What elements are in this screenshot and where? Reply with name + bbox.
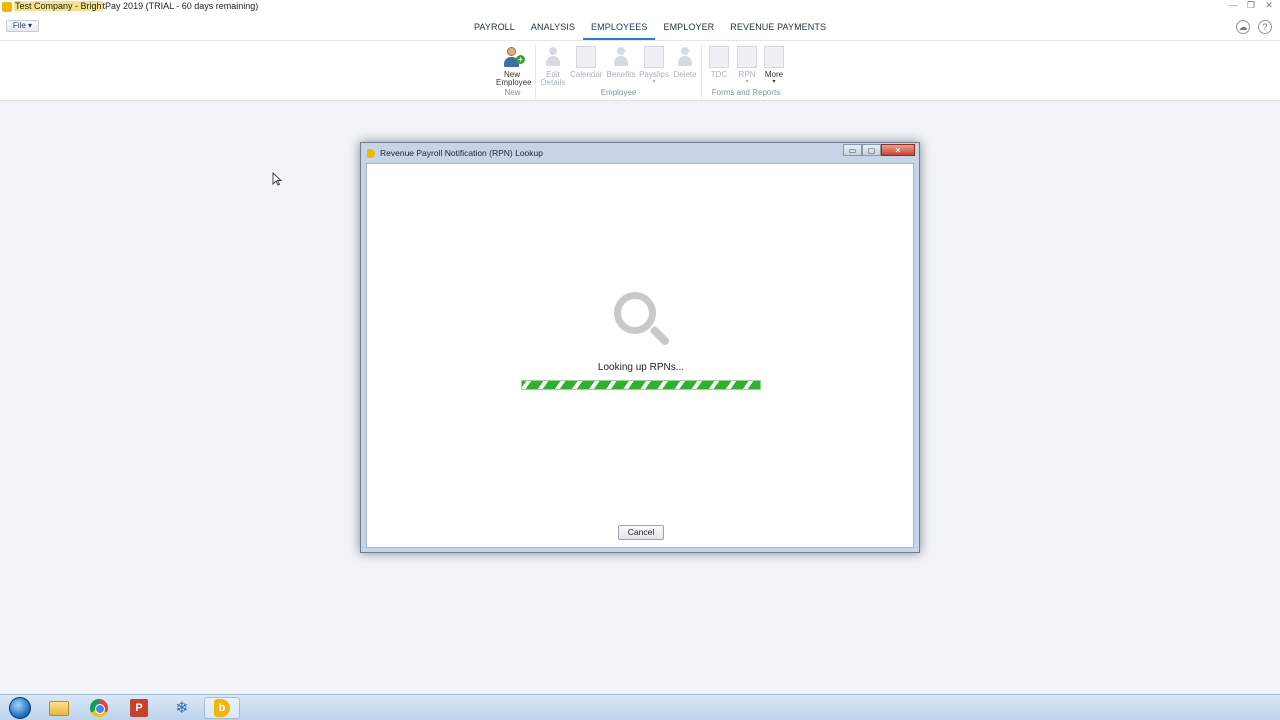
rpn-lookup-dialog: Revenue Payroll Notification (RPN) Looku… xyxy=(360,142,920,553)
tdc-icon xyxy=(709,46,729,68)
ribbon-group-new: + New Employee New xyxy=(490,44,536,100)
calendar-label: Calendar xyxy=(570,70,603,79)
window-controls: — ❐ ✕ xyxy=(1228,0,1274,12)
benefits-label: Benefits xyxy=(606,70,636,79)
taskbar-brightpay[interactable]: b xyxy=(204,697,240,719)
dialog-window-controls: ▭ ▢ ✕ xyxy=(843,144,915,156)
magnifier-icon xyxy=(614,292,672,350)
ribbon-group-new-label: New xyxy=(504,88,521,97)
add-employee-icon: + xyxy=(502,46,525,68)
cancel-button[interactable]: Cancel xyxy=(618,525,664,540)
delete-person-icon xyxy=(675,46,695,68)
payslips-dropdown-arrow: ▾ xyxy=(652,79,656,85)
new-employee-button[interactable]: + New Employee xyxy=(496,46,532,87)
header-right-icons: ☁ ? xyxy=(1236,20,1272,34)
windows-taskbar: P ❄ b xyxy=(0,694,1280,720)
ribbon-group-employee-label: Employee xyxy=(600,88,637,97)
taskbar-snowflake-app[interactable]: ❄ xyxy=(164,697,200,719)
taskbar-explorer[interactable] xyxy=(41,697,77,719)
help-icon[interactable]: ? xyxy=(1258,20,1272,34)
window-close-button[interactable]: ✕ xyxy=(1264,0,1274,12)
edit-details-button[interactable]: Edit Details xyxy=(537,46,569,87)
calendar-button[interactable]: Calendar xyxy=(570,46,602,79)
dialog-minimize-button[interactable]: ▭ xyxy=(843,144,862,156)
more-dropdown-arrow: ▾ xyxy=(772,79,776,85)
ribbon-toolbar: + New Employee New Edit Details Calendar… xyxy=(0,41,1280,101)
payslips-icon xyxy=(644,46,664,68)
payslips-label: Payslips xyxy=(639,70,669,79)
start-button[interactable] xyxy=(2,697,38,719)
dialog-body: Looking up RPNs... Cancel xyxy=(366,163,914,548)
file-menu-button[interactable]: File ▾ xyxy=(6,20,39,32)
more-label: More xyxy=(764,70,784,79)
brightpay-app-icon xyxy=(2,2,12,12)
brightpay-dialog-icon xyxy=(367,149,375,158)
chrome-icon xyxy=(90,699,108,717)
ribbon-group-forms-label: Forms and Reports xyxy=(711,88,781,97)
dialog-close-button[interactable]: ✕ xyxy=(881,144,915,156)
dialog-title-bar[interactable]: Revenue Payroll Notification (RPN) Looku… xyxy=(361,143,919,162)
cloud-icon[interactable]: ☁ xyxy=(1236,20,1250,34)
snowflake-icon: ❄ xyxy=(175,698,189,717)
dialog-title: Revenue Payroll Notification (RPN) Looku… xyxy=(380,148,543,158)
more-button[interactable]: More ▾ xyxy=(758,46,790,85)
delete-button[interactable]: Delete xyxy=(669,46,701,79)
powerpoint-icon: P xyxy=(130,699,148,717)
payslips-button[interactable]: Payslips ▾ xyxy=(638,46,670,85)
dialog-maximize-button[interactable]: ▢ xyxy=(862,144,881,156)
loading-status-text: Looking up RPNs... xyxy=(597,362,685,373)
taskbar-chrome[interactable] xyxy=(81,697,117,719)
window-title-bar: Test Company - BrightPay 2019 (TRIAL - 6… xyxy=(0,0,1280,14)
ribbon-group-employee: Edit Details Calendar Benefits Payslips … xyxy=(536,44,702,100)
windows-start-icon xyxy=(9,697,31,719)
delete-label: Delete xyxy=(673,70,697,79)
tab-payroll[interactable]: PAYROLL xyxy=(466,14,523,40)
benefits-icon xyxy=(611,46,631,68)
calendar-icon xyxy=(576,46,596,68)
main-tabs: PAYROLL ANALYSIS EMPLOYEES EMPLOYER REVE… xyxy=(466,14,834,40)
folder-icon xyxy=(49,700,69,716)
window-minimize-button[interactable]: — xyxy=(1228,0,1238,12)
tab-revenue-payments[interactable]: REVENUE PAYMENTS xyxy=(722,14,834,40)
window-restore-button[interactable]: ❐ xyxy=(1246,0,1256,12)
rpn-icon xyxy=(737,46,757,68)
menu-bar: File ▾ PAYROLL ANALYSIS EMPLOYEES EMPLOY… xyxy=(0,14,1280,41)
tab-analysis[interactable]: ANALYSIS xyxy=(523,14,583,40)
lookup-progress-bar xyxy=(521,380,761,390)
taskbar-powerpoint[interactable]: P xyxy=(121,697,157,719)
window-title-highlight: Test Company - Brigh xyxy=(14,1,103,11)
benefits-button[interactable]: Benefits xyxy=(605,46,637,79)
ribbon-group-forms-reports: TDC RPN ▾ More ▾ Forms and Reports xyxy=(702,44,790,100)
edit-person-icon xyxy=(543,46,563,68)
tab-employer[interactable]: EMPLOYER xyxy=(655,14,722,40)
brightpay-taskbar-icon: b xyxy=(214,699,230,717)
tab-employees[interactable]: EMPLOYEES xyxy=(583,14,656,40)
edit-details-label-2: Details xyxy=(540,78,566,87)
new-employee-label-2: Employee xyxy=(496,78,532,87)
more-reports-icon xyxy=(764,46,784,68)
window-title: Test Company - BrightPay 2019 (TRIAL - 6… xyxy=(14,1,258,11)
progress-bar-fill xyxy=(522,381,760,389)
window-title-rest: tPay 2019 (TRIAL - 60 days remaining) xyxy=(102,1,259,11)
